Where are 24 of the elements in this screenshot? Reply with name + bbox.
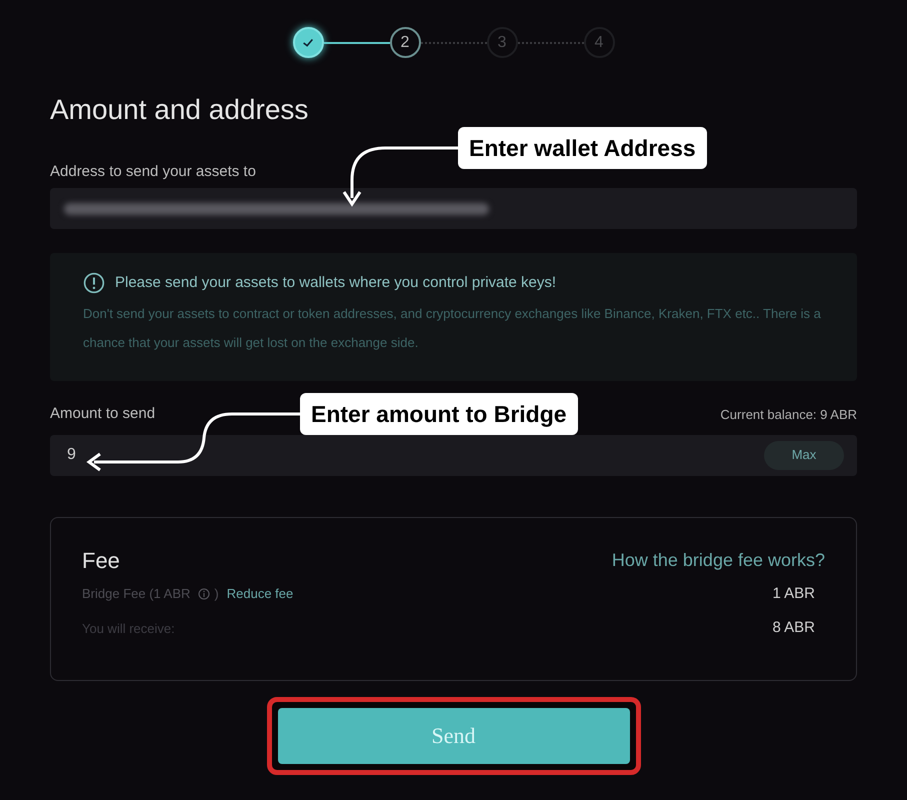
balance-text: Current balance: 9 ABR — [720, 406, 857, 424]
address-field[interactable] — [50, 188, 857, 229]
annotation-callout: Enter amount to Bridge — [300, 393, 578, 435]
warning-text: Don't send your assets to contract or token addresses, and cryptocurrency exchanges like Binance, Kraken, FTX etc.. There is a chance that your assets will get lost on the exchange side. — [83, 304, 822, 352]
step-indicator: 4 — [584, 27, 614, 58]
fee-value: 1 ABR — [772, 584, 815, 604]
fee-title: Fee — [82, 546, 120, 574]
warning-title: Please send your assets to wallets where you control private keys! — [115, 273, 556, 293]
max-button[interactable]: Max — [764, 440, 844, 470]
amount-field[interactable]: 9 Max — [50, 434, 857, 476]
field-label: Address to send your assets to — [50, 162, 257, 182]
annotation-callout: Enter wallet Address — [458, 127, 707, 169]
receive-value: 8 ABR — [772, 618, 815, 638]
fee-label: Bridge Fee (1 ABR — [82, 585, 190, 603]
field-label: Amount to send — [50, 404, 156, 424]
fee-help-link[interactable]: How the bridge fee works? — [612, 546, 825, 574]
page-title: Amount and address — [50, 93, 310, 127]
step-indicator: 2 — [390, 27, 420, 58]
step-indicator: 3 — [486, 27, 518, 58]
reduce-fee-link[interactable]: Reduce fee — [226, 584, 294, 604]
exclamation-icon — [83, 272, 105, 294]
amount-value: 9 — [67, 445, 76, 465]
fee-label: ) — [214, 585, 219, 603]
info-icon[interactable] — [198, 588, 210, 600]
